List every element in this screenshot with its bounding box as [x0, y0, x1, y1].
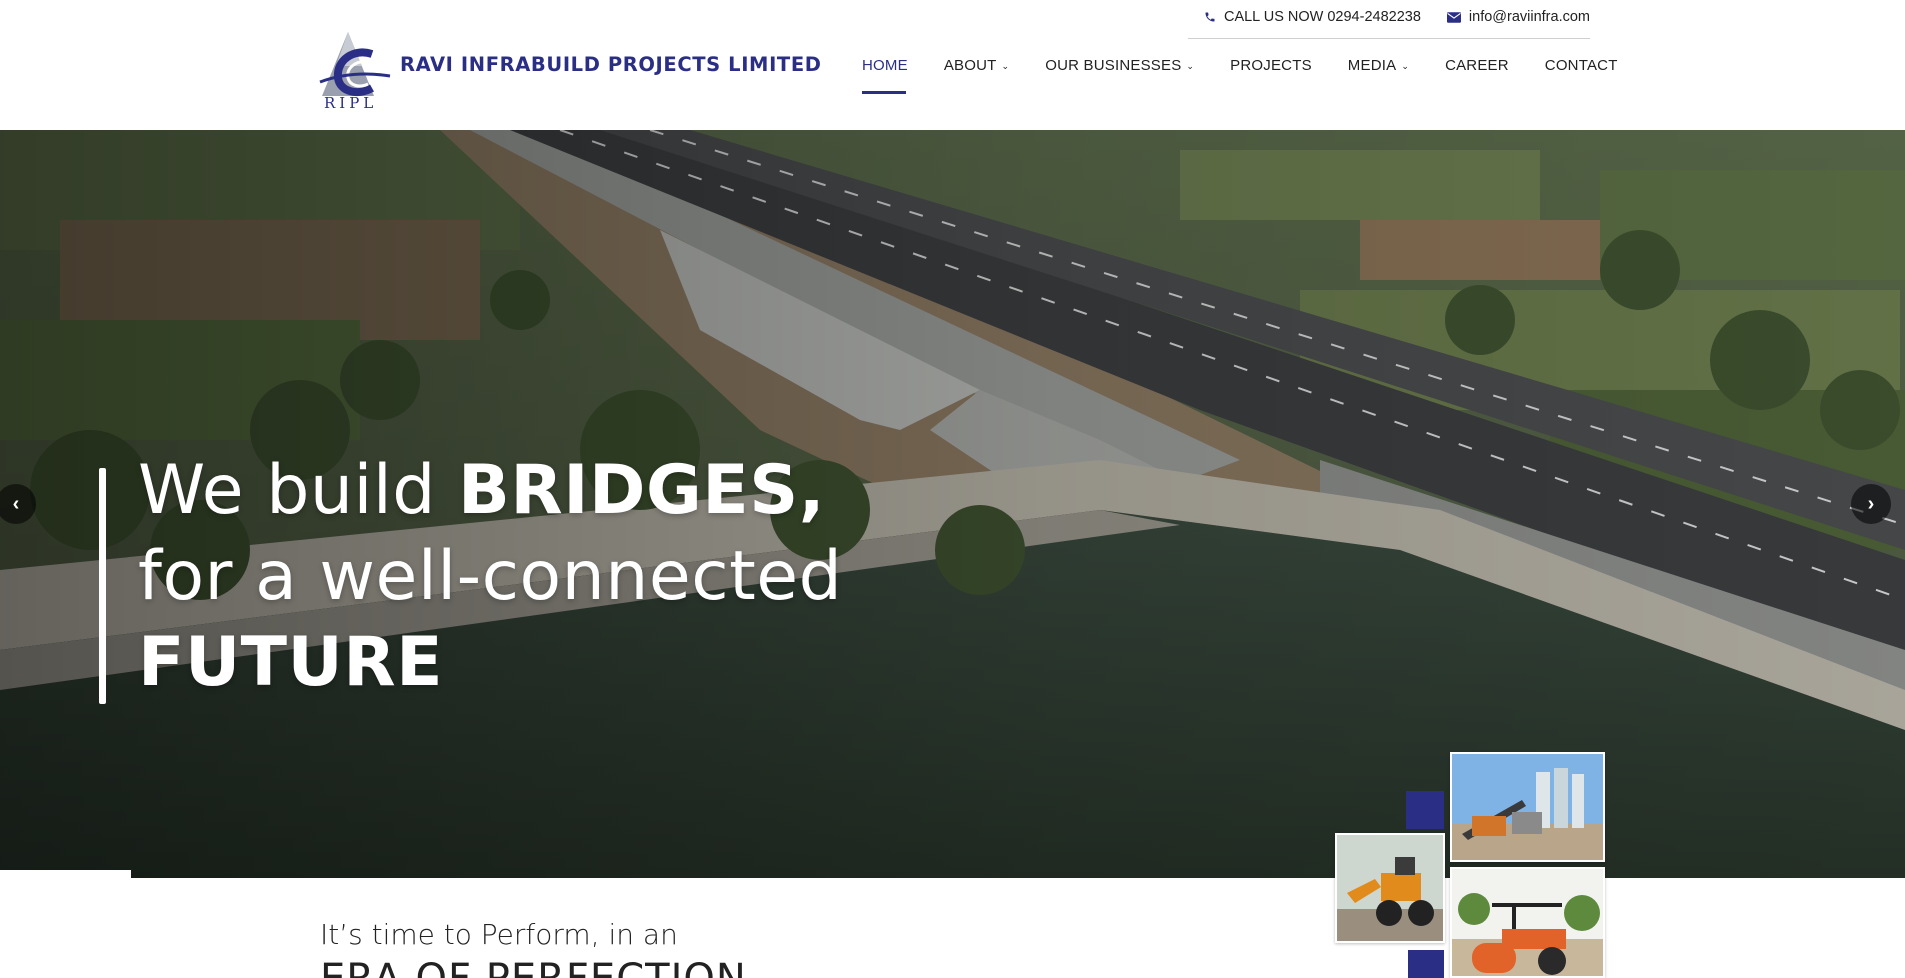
- nav-contact[interactable]: CONTACT: [1545, 57, 1618, 78]
- hero-headline: We build BRIDGES, for a well-connected F…: [138, 448, 842, 706]
- chevron-down-icon: ⌄: [1401, 61, 1410, 71]
- nav-career-label: CAREER: [1445, 57, 1509, 74]
- company-name: RAVI INFRABUILD PROJECTS LIMITED: [400, 52, 822, 76]
- nav-our-businesses[interactable]: OUR BUSINESSES ⌄: [1045, 57, 1194, 78]
- chevron-down-icon: ⌄: [1186, 61, 1195, 71]
- collage-accent-square: [1408, 950, 1444, 978]
- hero-line-2: for a well-connected: [138, 537, 843, 616]
- intro-tagline: It’s time to Perform, in an: [320, 918, 678, 951]
- logo-mark: RIPL: [318, 30, 396, 112]
- email-link[interactable]: info@raviinfra.com: [1446, 9, 1590, 25]
- hero-line-1-bold: BRIDGES,: [458, 451, 826, 530]
- nav-our-businesses-label: OUR BUSINESSES: [1045, 57, 1182, 74]
- phone-link[interactable]: CALL US NOW 0294-2482238: [1204, 9, 1421, 25]
- collage-accent-square: [1406, 791, 1444, 829]
- hero-line-1: We build BRIDGES,: [138, 448, 842, 534]
- nav-media[interactable]: MEDIA ⌄: [1348, 57, 1409, 78]
- phone-label: CALL US NOW 0294-2482238: [1223, 9, 1421, 25]
- nav-about[interactable]: ABOUT ⌄: [944, 57, 1009, 78]
- hero-line-3: FUTURE: [138, 620, 842, 706]
- nav-home[interactable]: HOME: [862, 57, 908, 78]
- nav-active-indicator: [862, 91, 906, 94]
- company-logo[interactable]: RIPL RAVI INFRABUILD PROJECTS LIMITED: [318, 30, 822, 112]
- hero-accent-bar: [99, 468, 106, 704]
- nav-contact-label: CONTACT: [1544, 57, 1618, 74]
- collage-photo-loader: [1335, 833, 1445, 943]
- top-contact-bar: CALL US NOW 0294-2482238 info@raviinfra.…: [1204, 9, 1590, 25]
- hero-slider: We build BRIDGES, for a well-connected F…: [0, 130, 1905, 878]
- site-header: RIPL RAVI INFRABUILD PROJECTS LIMITED CA…: [0, 0, 1905, 130]
- nav-projects[interactable]: PROJECTS: [1230, 57, 1312, 78]
- collage-photo-batching-plant: [1450, 752, 1605, 862]
- phone-icon: [1204, 11, 1216, 23]
- nav-home-label: HOME: [862, 57, 908, 74]
- hero-bottom-tab: [0, 870, 131, 878]
- chevron-right-icon: ›: [1867, 492, 1875, 515]
- hero-line-1-regular: We build: [138, 451, 459, 530]
- chevron-down-icon: ⌄: [1001, 61, 1010, 71]
- nav-about-label: ABOUT: [943, 57, 997, 74]
- logo-abbr: RIPL: [324, 94, 378, 112]
- slider-next-button[interactable]: ›: [1851, 484, 1891, 524]
- email-label: info@raviinfra.com: [1468, 9, 1590, 25]
- chevron-left-icon: ‹: [12, 492, 20, 515]
- envelope-icon: [1446, 11, 1461, 23]
- collage-photo-roller: [1450, 867, 1605, 978]
- intro-heading: ERA OF PERFECTION: [320, 956, 747, 978]
- topbar-divider: [1188, 38, 1590, 39]
- nav-career[interactable]: CAREER: [1445, 57, 1509, 78]
- hero-line-3-bold: FUTURE: [138, 623, 444, 702]
- nav-projects-label: PROJECTS: [1230, 57, 1312, 74]
- nav-media-label: MEDIA: [1347, 57, 1397, 74]
- main-nav: HOME ABOUT ⌄ OUR BUSINESSES ⌄ PROJECTS M…: [862, 57, 1618, 78]
